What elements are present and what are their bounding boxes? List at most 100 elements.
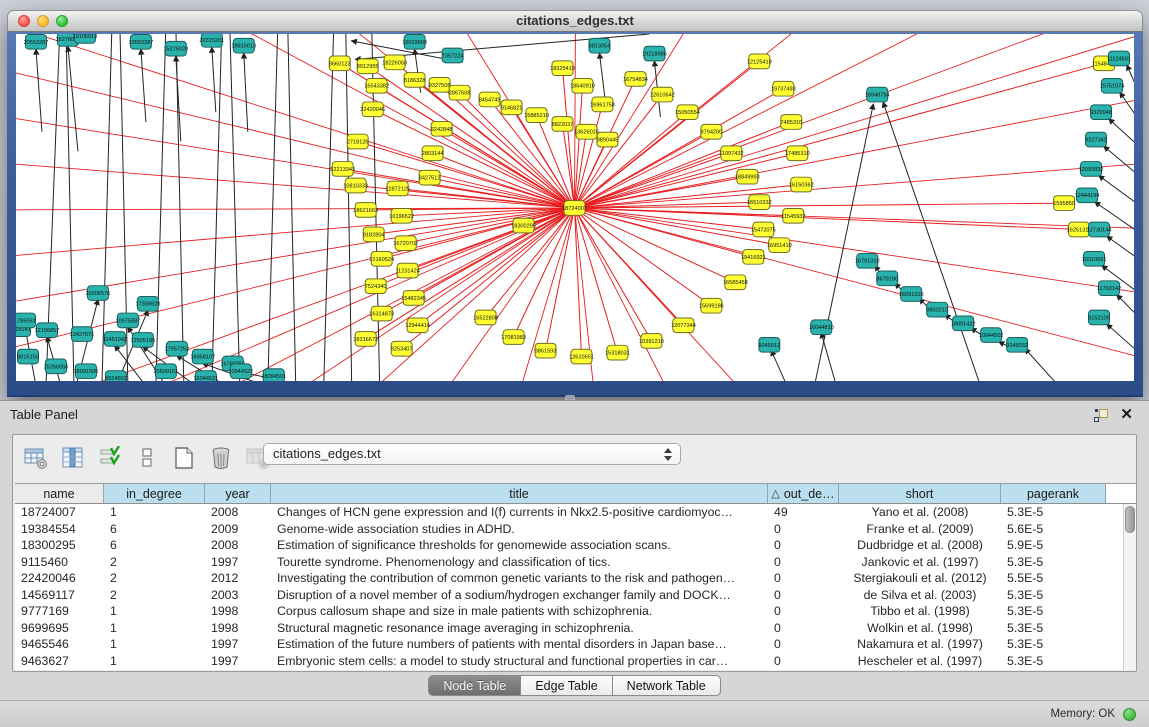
cell-short[interactable]: Yano et al. (2008) [839,505,1001,519]
network-node[interactable]: 12944414 [405,318,430,333]
cell-in_degree[interactable]: 2 [104,588,205,602]
network-node[interactable]: 9924502 [105,371,127,381]
network-node[interactable]: 11451942 [103,332,127,347]
network-node[interactable]: 18316672 [353,332,378,347]
network-node[interactable]: 8912955 [357,59,379,74]
cell-name[interactable]: 22420046 [15,571,104,585]
network-node[interactable]: 19105013 [73,34,98,43]
table-row[interactable]: 1456911722003Disruption of a novel membe… [15,587,1113,604]
column-header-pagerank[interactable]: pagerank [1001,484,1106,503]
cell-year[interactable]: 1997 [205,555,271,569]
network-node[interactable]: 17359928 [135,296,160,311]
network-node[interactable]: 16585458 [723,275,748,290]
cell-short[interactable]: Wolkin et al. (1998) [839,621,1001,635]
cell-title[interactable]: Estimation of the future numbers of pati… [271,637,768,651]
cell-short[interactable]: Stergiakouli et al. (2012) [839,571,1001,585]
network-node[interactable]: 8186328 [404,73,426,88]
network-node[interactable]: 9227342 [1085,132,1107,147]
network-node[interactable]: 16033809 [402,34,427,49]
network-node[interactable]: 9245032 [1006,338,1028,353]
network-node[interactable]: 9850210 [926,302,948,317]
cell-name[interactable]: 9465546 [15,637,104,651]
cell-pagerank[interactable]: 5.3E-5 [1001,555,1106,569]
cell-year[interactable]: 2012 [205,571,271,585]
close-window-button[interactable] [18,15,30,27]
network-node[interactable]: 10391210 [639,334,664,349]
cell-year[interactable]: 2009 [205,522,271,536]
cell-title[interactable]: Investigating the contribution of common… [271,571,768,585]
network-node[interactable]: 9182804 [363,227,385,242]
network-node[interactable]: 12077344 [671,318,696,333]
table-row[interactable]: 946362711997Embryonic stem cells: a mode… [15,653,1113,670]
network-node[interactable]: 16091310 [899,287,924,302]
network-node[interactable]: 7357224 [442,48,464,63]
cell-in_degree[interactable]: 1 [104,621,205,635]
cell-name[interactable]: 9699695 [15,621,104,635]
network-node[interactable]: 12125419 [747,54,772,69]
network-node[interactable]: 12872125 [385,181,410,196]
tab-node-table[interactable]: Node Table [428,675,521,696]
cell-year[interactable]: 2008 [205,538,271,552]
network-node[interactable]: 22420046 [360,102,385,117]
network-node[interactable]: 9152105 [1088,310,1110,325]
cell-short[interactable]: de Silva et al. (2003) [839,588,1001,602]
network-node[interactable]: 8679190 [876,271,898,286]
cell-title[interactable]: Corpus callosum shape and size in male p… [271,604,768,618]
cell-in_degree[interactable]: 6 [104,538,205,552]
network-node[interactable]: 15885210 [524,108,549,123]
network-node[interactable]: 17081983 [501,330,526,345]
network-node[interactable]: 11231424 [395,263,419,278]
network-node[interactable]: 10310651 [1082,251,1107,266]
cell-out_degree[interactable]: 0 [768,588,839,602]
table-row[interactable]: 2242004622012Investigating the contribut… [15,570,1113,587]
network-node[interactable]: 20500151 [153,364,178,379]
network-node[interactable]: 8660123 [329,56,351,71]
minimize-window-button[interactable] [37,15,49,27]
network-node[interactable]: 10975887 [115,313,140,328]
network-graph[interactable]: 8660123891295518226058165433828186328932… [16,34,1134,381]
cell-year[interactable]: 1997 [205,637,271,651]
network-node[interactable]: 7485310 [780,115,802,130]
network-node[interactable]: 12610642 [650,87,675,102]
network-node[interactable]: 9329948 [1090,105,1112,120]
network-node[interactable]: 16314873 [369,306,394,321]
network-node[interactable]: 1785061 [16,313,36,328]
cell-in_degree[interactable]: 2 [104,555,205,569]
cell-name[interactable]: 19384554 [15,522,104,536]
network-node[interactable]: 16510332 [747,195,772,210]
cell-out_degree[interactable]: 0 [768,522,839,536]
cell-short[interactable]: Tibbo et al. (1998) [839,604,1001,618]
cell-pagerank[interactable]: 5.3E-5 [1001,637,1106,651]
cell-pagerank[interactable]: 5.9E-5 [1001,538,1106,552]
network-node[interactable]: 15472075 [751,222,776,237]
network-node[interactable]: 12213343 [330,162,355,177]
network-node[interactable]: 20206576 [86,286,111,301]
network-node[interactable]: 18325419 [550,61,575,76]
table-row[interactable]: 1938455462009Genome-wide association stu… [15,521,1113,538]
network-node[interactable]: 18640910 [570,78,595,93]
network-node[interactable]: 20315201 [199,34,224,47]
network-node[interactable]: 18091500 [74,364,99,379]
cell-title[interactable]: Embryonic stem cells: a model to study s… [271,654,768,668]
cell-title[interactable]: Disruption of a novel member of a sodium… [271,588,768,602]
memory-ok-indicator[interactable] [1123,708,1136,721]
window-titlebar[interactable]: citations_edges.txt [7,10,1143,32]
table-row[interactable]: 977716911998Corpus callosum shape and si… [15,603,1113,620]
network-node[interactable]: 16791310 [855,253,880,268]
network-node[interactable]: 10553287 [128,34,153,49]
cell-pagerank[interactable]: 5.3E-5 [1001,588,1106,602]
cell-out_degree[interactable]: 0 [768,604,839,618]
network-node[interactable]: 19218986 [642,46,667,61]
cell-out_degree[interactable]: 0 [768,538,839,552]
network-node[interactable]: 16958107 [190,349,215,364]
network-node[interactable]: 18094501 [261,369,286,381]
cell-short[interactable]: Jankovic et al. (1997) [839,555,1001,569]
network-node[interactable]: 8813054 [589,38,611,53]
float-panel-icon[interactable] [1094,409,1108,422]
cell-in_degree[interactable]: 1 [104,654,205,668]
clear-selection-button[interactable] [134,445,160,471]
cell-title[interactable]: Changes of HCN gene expression and I(f) … [271,505,768,519]
network-canvas[interactable]: 8660123891295518226058165433828186328932… [16,34,1134,381]
network-node[interactable]: 9015150 [17,349,39,364]
tab-edge-table[interactable]: Edge Table [521,675,612,696]
